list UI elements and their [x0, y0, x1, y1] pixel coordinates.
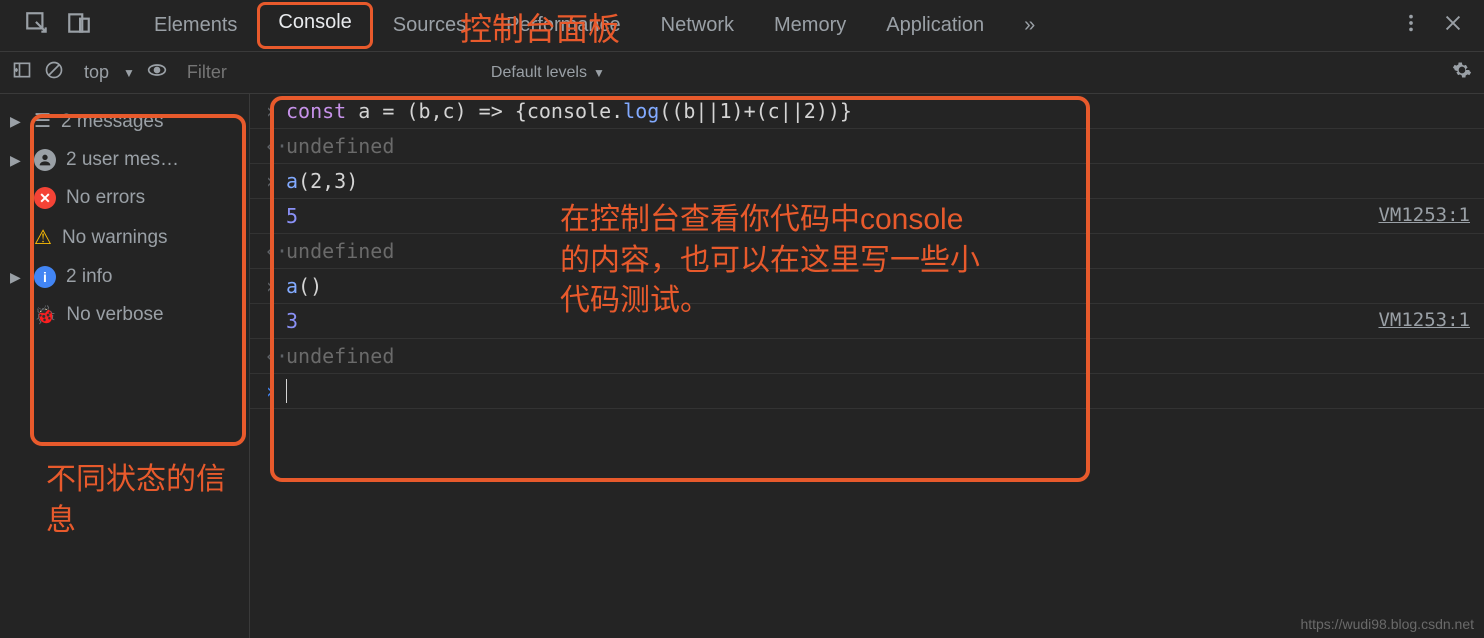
console-toolbar: top ▼ Default levels ▼: [0, 52, 1484, 94]
error-icon: ✕: [34, 187, 56, 209]
source-link[interactable]: VM1253:1: [1378, 204, 1470, 226]
sidebar-item-label: No errors: [66, 187, 145, 209]
sidebar-item-label: No warnings: [62, 227, 168, 249]
warning-icon: ⚠: [34, 225, 52, 250]
filter-input[interactable]: [179, 58, 479, 87]
bug-icon: 🐞: [34, 305, 56, 326]
tab-network[interactable]: Network: [641, 2, 754, 49]
tab-sources[interactable]: Sources: [373, 2, 486, 49]
tabs-overflow[interactable]: »: [1004, 2, 1055, 49]
console-sidebar: ▶ ☰ 2 messages ▶ 2 user mes… ✕ No errors…: [0, 94, 250, 638]
log-levels-selector[interactable]: Default levels ▼: [491, 64, 605, 82]
devtools-tab-bar: Elements Console Sources Performance Net…: [0, 0, 1484, 52]
settings-gear-icon[interactable]: [1452, 60, 1472, 85]
console-prompt[interactable]: ›: [250, 374, 1484, 409]
sidebar-toggle-icon[interactable]: [12, 60, 32, 85]
tab-console[interactable]: Console: [257, 2, 372, 49]
sidebar-item-user-messages[interactable]: ▶ 2 user mes…: [0, 141, 249, 179]
eye-icon[interactable]: [147, 60, 167, 85]
sidebar-item-warnings[interactable]: ⚠ No warnings: [0, 217, 249, 258]
inspect-icon[interactable]: [24, 10, 50, 41]
clear-console-icon[interactable]: [44, 60, 64, 85]
sidebar-item-label: No verbose: [66, 304, 163, 326]
info-icon: i: [34, 266, 56, 288]
console-input-line: › const a = (b,c) => {console.log((b||1)…: [250, 94, 1484, 129]
console-output: › const a = (b,c) => {console.log((b||1)…: [250, 94, 1484, 638]
sidebar-item-verbose[interactable]: 🐞 No verbose: [0, 296, 249, 334]
tab-application[interactable]: Application: [866, 2, 1004, 49]
console-input[interactable]: [286, 379, 1470, 403]
sidebar-item-label: 2 user mes…: [66, 149, 179, 171]
console-return-line: ‹· undefined: [250, 129, 1484, 164]
console-log-line: 3 VM1253:1: [250, 304, 1484, 339]
device-toggle-icon[interactable]: [66, 10, 92, 41]
console-input-line: › a(2,3): [250, 164, 1484, 199]
list-icon: ☰: [34, 110, 51, 133]
console-return-line: ‹· undefined: [250, 234, 1484, 269]
close-icon[interactable]: [1442, 12, 1464, 39]
user-icon: [34, 149, 56, 171]
console-input-line: › a(): [250, 269, 1484, 304]
sidebar-item-label: 2 info: [66, 266, 112, 288]
tab-elements[interactable]: Elements: [134, 2, 257, 49]
tab-performance[interactable]: Performance: [486, 2, 641, 49]
console-return-line: ‹· undefined: [250, 339, 1484, 374]
watermark: https://wudi98.blog.csdn.net: [1300, 616, 1474, 632]
sidebar-item-label: 2 messages: [61, 111, 163, 133]
sidebar-item-messages[interactable]: ▶ ☰ 2 messages: [0, 102, 249, 141]
console-log-line: 5 VM1253:1: [250, 199, 1484, 234]
kebab-menu-icon[interactable]: [1400, 12, 1422, 39]
tab-memory[interactable]: Memory: [754, 2, 866, 49]
context-selector[interactable]: top ▼: [76, 62, 135, 83]
sidebar-item-info[interactable]: ▶ i 2 info: [0, 258, 249, 296]
sidebar-item-errors[interactable]: ✕ No errors: [0, 179, 249, 217]
source-link[interactable]: VM1253:1: [1378, 309, 1470, 331]
